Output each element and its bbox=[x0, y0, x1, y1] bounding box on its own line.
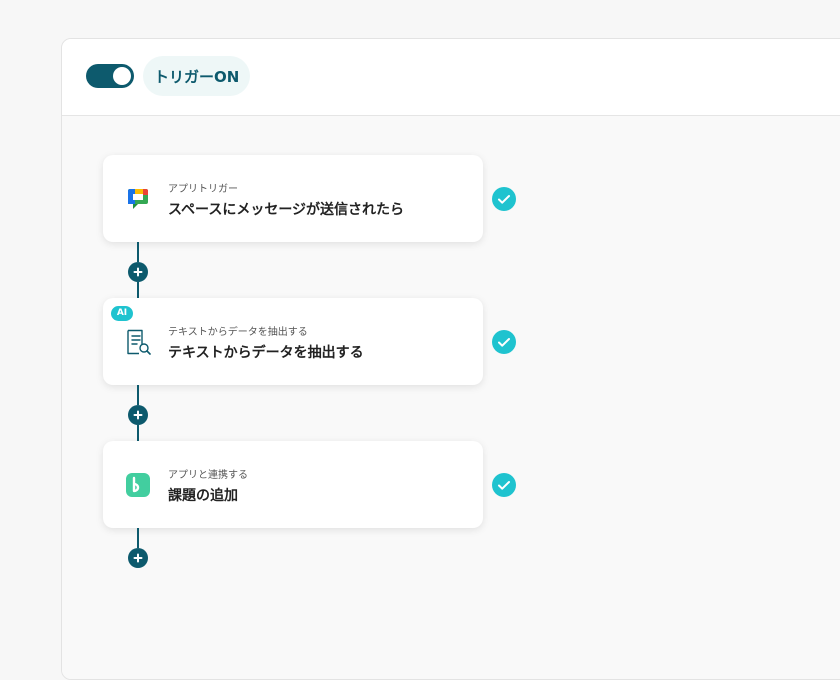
connector-line bbox=[137, 242, 139, 262]
document-search-icon bbox=[127, 329, 151, 355]
flow-step-extract-data[interactable]: AI テキストからデータを抽出する テキストからデータを抽出する bbox=[103, 298, 483, 385]
step-type-label: テキストからデータを抽出する bbox=[168, 327, 308, 338]
completed-check-icon bbox=[492, 473, 516, 497]
flow-step-app-integration[interactable]: アプリと連携する 課題の追加 bbox=[103, 441, 483, 528]
backlog-icon bbox=[126, 473, 150, 497]
google-chat-icon bbox=[128, 189, 148, 209]
step-title: 課題の追加 bbox=[168, 488, 238, 504]
step-type-label: アプリトリガー bbox=[168, 184, 238, 195]
completed-check-icon bbox=[492, 187, 516, 211]
flow-header: トリガーON bbox=[62, 39, 840, 116]
connector-line bbox=[137, 385, 139, 405]
step-title: スペースにメッセージが送信されたら bbox=[168, 202, 405, 218]
connector-line bbox=[137, 528, 139, 548]
add-step-button[interactable] bbox=[128, 548, 148, 568]
trigger-toggle[interactable] bbox=[86, 64, 134, 88]
add-step-button[interactable] bbox=[128, 405, 148, 425]
flow-step-app-trigger[interactable]: アプリトリガー スペースにメッセージが送信されたら bbox=[103, 155, 483, 242]
trigger-status-label: トリガーON bbox=[143, 56, 251, 96]
flow-canvas: アプリトリガー スペースにメッセージが送信されたら AI テキストからデータを抽… bbox=[62, 116, 840, 679]
ai-badge: AI bbox=[111, 306, 133, 321]
step-type-label: アプリと連携する bbox=[168, 470, 248, 481]
flow-panel: トリガーON アプリトリガー スペースにメッセージが送信されたら AI テキスト… bbox=[61, 38, 840, 680]
toggle-knob bbox=[113, 67, 131, 85]
step-title: テキストからデータを抽出する bbox=[168, 345, 364, 361]
connector-line bbox=[137, 425, 139, 441]
add-step-button[interactable] bbox=[128, 262, 148, 282]
connector-line bbox=[137, 282, 139, 298]
completed-check-icon bbox=[492, 330, 516, 354]
